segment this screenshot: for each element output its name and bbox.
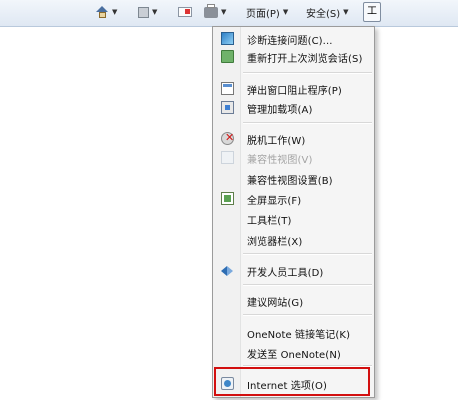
chevron-down-icon: ▼ [343,8,349,16]
chevron-down-icon[interactable]: ▼ [112,8,117,16]
chevron-down-icon[interactable]: ▼ [221,8,226,16]
tools-menu: 诊断连接问题(C)... 重新打开上次浏览会话(S) 弹出窗口阻止程序(P) 管… [212,26,375,398]
read-mail-button[interactable] [178,3,192,21]
menu-item-label: 弹出窗口阻止程序(P) [247,86,342,97]
chevron-down-icon: ▼ [282,8,289,16]
menu-item-full-screen[interactable]: 全屏显示(F) [215,189,372,208]
menu-item-label: 浏览器栏(X) [247,237,303,248]
menu-separator [243,122,372,124]
menu-item-work-offline[interactable]: 脱机工作(W) [215,129,372,148]
feeds-icon [138,6,149,18]
menu-item-label: 建议网站(G) [247,298,304,309]
menu-item-label: OneNote 链接笔记(K) [247,330,351,341]
home-button[interactable]: ▼ [96,3,117,21]
menu-item-label: 全屏显示(F) [247,196,302,207]
safety-menu-button[interactable]: 安全(S) ▼ [306,3,349,21]
menu-item-diagnose-connection[interactable]: 诊断连接问题(C)... [215,29,372,48]
menu-item-send-to-onenote[interactable]: 发送至 OneNote(N) [215,343,372,362]
menu-item-compatibility-settings[interactable]: 兼容性视图设置(B) [215,169,372,188]
reopen-session-icon [221,50,234,63]
menu-item-label: 开发人员工具(D) [247,268,324,279]
manage-addons-icon [221,101,234,114]
home-icon [96,6,109,18]
menu-item-popup-blocker[interactable]: 弹出窗口阻止程序(P) [215,79,372,98]
menu-item-label: 工具栏(T) [247,216,292,227]
command-bar: ▼ ▼ ▼ 页面(P) ▼ 安全(S) ▼ 工 [0,0,458,27]
menu-separator [243,72,372,74]
page-menu-label: 页面(P) [246,8,280,20]
highlight-box [214,367,370,396]
print-icon [204,3,218,18]
popup-blocker-icon [221,82,234,95]
full-screen-icon [221,192,234,205]
menu-item-label: 诊断连接问题(C)... [247,36,333,47]
menu-item-label: 管理加载项(A) [247,105,313,116]
compatibility-view-icon [221,151,234,164]
menu-separator [243,253,372,255]
menu-item-developer-tools[interactable]: 开发人员工具(D) [215,261,372,280]
read-mail-icon [178,7,192,17]
menu-item-toolbars[interactable]: 工具栏(T) [215,209,372,228]
tools-menu-label: 工 [367,6,377,17]
menu-item-label: 兼容性视图(V) [247,155,313,166]
diagnose-connection-icon [221,32,234,45]
developer-tools-icon [221,264,234,277]
menu-item-label: 发送至 OneNote(N) [247,350,341,361]
tools-menu-button[interactable]: 工 [363,2,381,22]
page-menu-button[interactable]: 页面(P) ▼ [246,3,288,21]
menu-item-label: 重新打开上次浏览会话(S) [247,54,363,65]
chevron-down-icon[interactable]: ▼ [152,8,157,16]
menu-item-suggested-sites[interactable]: 建议网站(G) [215,291,372,310]
menu-separator [243,314,372,316]
menu-item-label: 脱机工作(W) [247,136,306,147]
menu-item-manage-addons[interactable]: 管理加载项(A) [215,98,372,117]
feeds-button[interactable]: ▼ [138,3,157,21]
menu-item-label: 兼容性视图设置(B) [247,176,333,187]
work-offline-icon [221,131,234,145]
menu-item-onenote-linked-notes[interactable]: OneNote 链接笔记(K) [215,323,372,342]
print-button[interactable]: ▼ [204,3,226,21]
menu-item-reopen-session[interactable]: 重新打开上次浏览会话(S) [215,47,372,66]
safety-menu-label: 安全(S) [306,8,341,20]
menu-separator [243,284,372,286]
menu-item-compatibility-view: 兼容性视图(V) [215,148,372,167]
menu-item-explorer-bars[interactable]: 浏览器栏(X) [215,230,372,249]
